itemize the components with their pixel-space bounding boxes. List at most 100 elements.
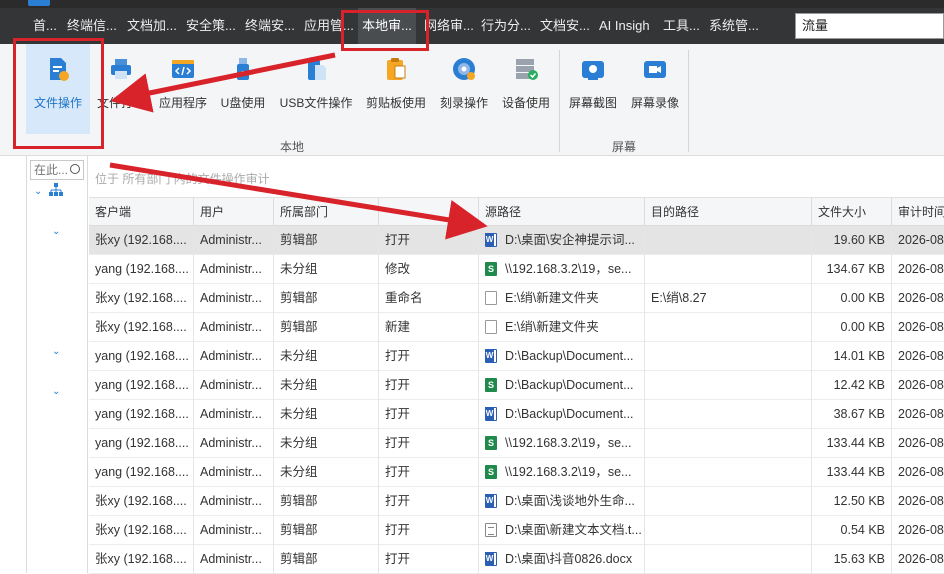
search-icon[interactable] bbox=[70, 164, 80, 174]
chevron-down-icon[interactable]: ⌄ bbox=[34, 187, 44, 197]
menu-doc-security[interactable]: 文档安... bbox=[540, 8, 590, 44]
word-file-icon bbox=[485, 407, 497, 421]
cell-department: 剪辑部 bbox=[274, 284, 379, 313]
cell-dest-path bbox=[645, 545, 812, 574]
tree-search-input[interactable]: 在此... bbox=[30, 160, 84, 180]
col-source-path[interactable]: 源路径 bbox=[479, 198, 645, 226]
source-path-text: D:\Backup\Document... bbox=[505, 378, 634, 392]
ribbon-button-label: 设备使用 bbox=[501, 96, 550, 110]
col-user[interactable]: 用户 bbox=[194, 198, 274, 226]
cell-source-path: D:\桌面\抖音0826.docx bbox=[479, 545, 645, 574]
menu-ai-insight[interactable]: AI Insigh bbox=[599, 8, 650, 44]
menu-terminal-security[interactable]: 终端安... bbox=[245, 8, 295, 44]
menu-app-manage[interactable]: 应用管... bbox=[304, 8, 354, 44]
cell-source-path: D:\桌面\浅谈地外生命... bbox=[479, 487, 645, 516]
ribbon-usb-file-operation-button[interactable]: USB文件操作 bbox=[278, 44, 354, 134]
col-client[interactable]: 客户端 bbox=[89, 198, 194, 226]
menu-terminal-info[interactable]: 终端信... bbox=[67, 8, 117, 44]
cell-dest-path bbox=[645, 226, 812, 255]
ribbon-clipboard-button[interactable]: 剪贴板使用 bbox=[362, 44, 430, 134]
filter-bar: 位于 所有部门 内的文件操作审计 bbox=[89, 156, 944, 198]
cell-source-path: D:\桌面\安企神提示词... bbox=[479, 226, 645, 255]
col-action[interactable] bbox=[379, 198, 479, 226]
cell-file-size: 133.44 KB bbox=[812, 429, 892, 458]
ribbon-separator bbox=[688, 50, 689, 152]
table-row[interactable]: 张xy (192.168....Administr...剪辑部打开 D:\桌面\浅… bbox=[89, 487, 944, 516]
cell-dest-path bbox=[645, 342, 812, 371]
cell-file-size: 12.50 KB bbox=[812, 487, 892, 516]
cell-file-size: 12.42 KB bbox=[812, 371, 892, 400]
source-path-text: D:\桌面\安企神提示词... bbox=[505, 233, 635, 247]
ribbon-screenshot-button[interactable]: 屏幕截图 bbox=[564, 44, 622, 134]
cell-department: 剪辑部 bbox=[274, 516, 379, 545]
cell-user: Administr... bbox=[194, 400, 274, 429]
cell-client: 张xy (192.168.... bbox=[89, 284, 194, 313]
global-search-input[interactable]: 流量 bbox=[795, 13, 944, 39]
table-row[interactable]: 张xy (192.168.... Administr... 剪辑部 重命名 E:\绡\新… bbox=[89, 284, 944, 313]
table-row[interactable]: yang (192.168....Administr...未分组打开 \\192.… bbox=[89, 429, 944, 458]
ribbon-burn-button[interactable]: 刻录操作 bbox=[436, 44, 492, 134]
cell-client: yang (192.168.... bbox=[89, 458, 194, 487]
cell-audit-time: 2026-08 bbox=[892, 313, 944, 342]
cell-user: Administr... bbox=[194, 458, 274, 487]
cell-file-size: 38.67 KB bbox=[812, 400, 892, 429]
menu-system-manage[interactable]: 系统管... bbox=[709, 8, 759, 44]
cell-client: yang (192.168.... bbox=[89, 429, 194, 458]
col-dest-path[interactable]: 目的路径 bbox=[645, 198, 812, 226]
cell-client: yang (192.168.... bbox=[89, 255, 194, 284]
chevron-down-icon[interactable]: ⌄ bbox=[52, 387, 62, 397]
menu-network-audit[interactable]: 网络审... bbox=[424, 8, 474, 44]
usb-drive-icon bbox=[237, 58, 249, 80]
blank-file-icon bbox=[485, 320, 497, 334]
cell-department: 未分组 bbox=[274, 342, 379, 371]
cell-file-size: 14.01 KB bbox=[812, 342, 892, 371]
cell-department: 剪辑部 bbox=[274, 313, 379, 342]
menu-doc-encrypt[interactable]: 文档加... bbox=[127, 8, 177, 44]
ribbon-application-button[interactable]: 应用程序 bbox=[154, 44, 212, 134]
blank-file-icon bbox=[485, 291, 497, 305]
cell-user: Administr... bbox=[194, 255, 274, 284]
table-row[interactable]: yang (192.168....Administr...未分组打开 D:\Bac… bbox=[89, 400, 944, 429]
source-path-text: D:\桌面\新建文本文档.t... bbox=[505, 523, 642, 537]
table-row[interactable]: 张xy (192.168....Administr...剪辑部打开 D:\桌面\抖… bbox=[89, 545, 944, 574]
source-path-text: \\192.168.3.2\19，se... bbox=[505, 262, 632, 276]
chevron-down-icon[interactable]: ⌄ bbox=[52, 227, 62, 237]
menu-home[interactable]: 首... bbox=[33, 8, 57, 44]
table-row[interactable]: yang (192.168....Administr...未分组修改 \\192.… bbox=[89, 255, 944, 284]
table-row[interactable]: yang (192.168....Administr...未分组打开 \\192.… bbox=[89, 458, 944, 487]
ribbon-button-label: U盘使用 bbox=[220, 96, 266, 110]
ribbon-separator bbox=[559, 50, 560, 152]
ribbon-device-usage-button[interactable]: 设备使用 bbox=[498, 44, 554, 134]
table-row[interactable]: yang (192.168....Administr...未分组打开 D:\Bac… bbox=[89, 371, 944, 400]
cell-action: 打开 bbox=[379, 371, 479, 400]
table-row[interactable]: 张xy (192.168.... Administr... 剪辑部 打开 D:\桌面\新… bbox=[89, 516, 944, 545]
cell-source-path: D:\Backup\Document... bbox=[479, 342, 645, 371]
menu-security-policy[interactable]: 安全策... bbox=[186, 8, 236, 44]
tree-search-placeholder: 在此... bbox=[34, 163, 69, 177]
cell-file-size: 0.54 KB bbox=[812, 516, 892, 545]
ribbon-file-operation-button[interactable]: 文件操作 bbox=[26, 44, 90, 134]
ribbon-file-print-button[interactable]: 文件打印 bbox=[94, 44, 148, 134]
cell-file-size: 19.60 KB bbox=[812, 226, 892, 255]
chevron-down-icon[interactable]: ⌄ bbox=[52, 347, 62, 357]
cell-client: yang (192.168.... bbox=[89, 371, 194, 400]
cell-action: 打开 bbox=[379, 516, 479, 545]
cell-source-path: D:\桌面\新建文本文档.t... bbox=[479, 516, 645, 545]
cell-source-path: D:\Backup\Document... bbox=[479, 400, 645, 429]
table-row[interactable]: 张xy (192.168.... Administr... 剪辑部 新建 E:\绡\新建… bbox=[89, 313, 944, 342]
ribbon-usb-disk-button[interactable]: U盘使用 bbox=[216, 44, 270, 134]
excel-file-icon bbox=[485, 262, 497, 276]
menu-tools[interactable]: 工具... bbox=[663, 8, 700, 44]
cell-dest-path bbox=[645, 400, 812, 429]
table-row[interactable]: yang (192.168....Administr...未分组打开 D:\Bac… bbox=[89, 342, 944, 371]
col-file-size[interactable]: 文件大小 bbox=[812, 198, 892, 226]
ribbon-screen-record-button[interactable]: 屏幕录像 bbox=[626, 44, 684, 134]
cell-dest-path bbox=[645, 458, 812, 487]
cell-client: 张xy (192.168.... bbox=[89, 487, 194, 516]
col-audit-time[interactable]: 审计时间 bbox=[892, 198, 944, 226]
col-department[interactable]: 所属部门 bbox=[274, 198, 379, 226]
table-row[interactable]: 张xy (192.168....Administr...剪辑部打开 D:\桌面\安… bbox=[89, 226, 944, 255]
menu-local-audit[interactable]: 本地审... bbox=[358, 8, 416, 44]
cell-department: 剪辑部 bbox=[274, 226, 379, 255]
menu-behavior-analysis[interactable]: 行为分... bbox=[481, 8, 531, 44]
